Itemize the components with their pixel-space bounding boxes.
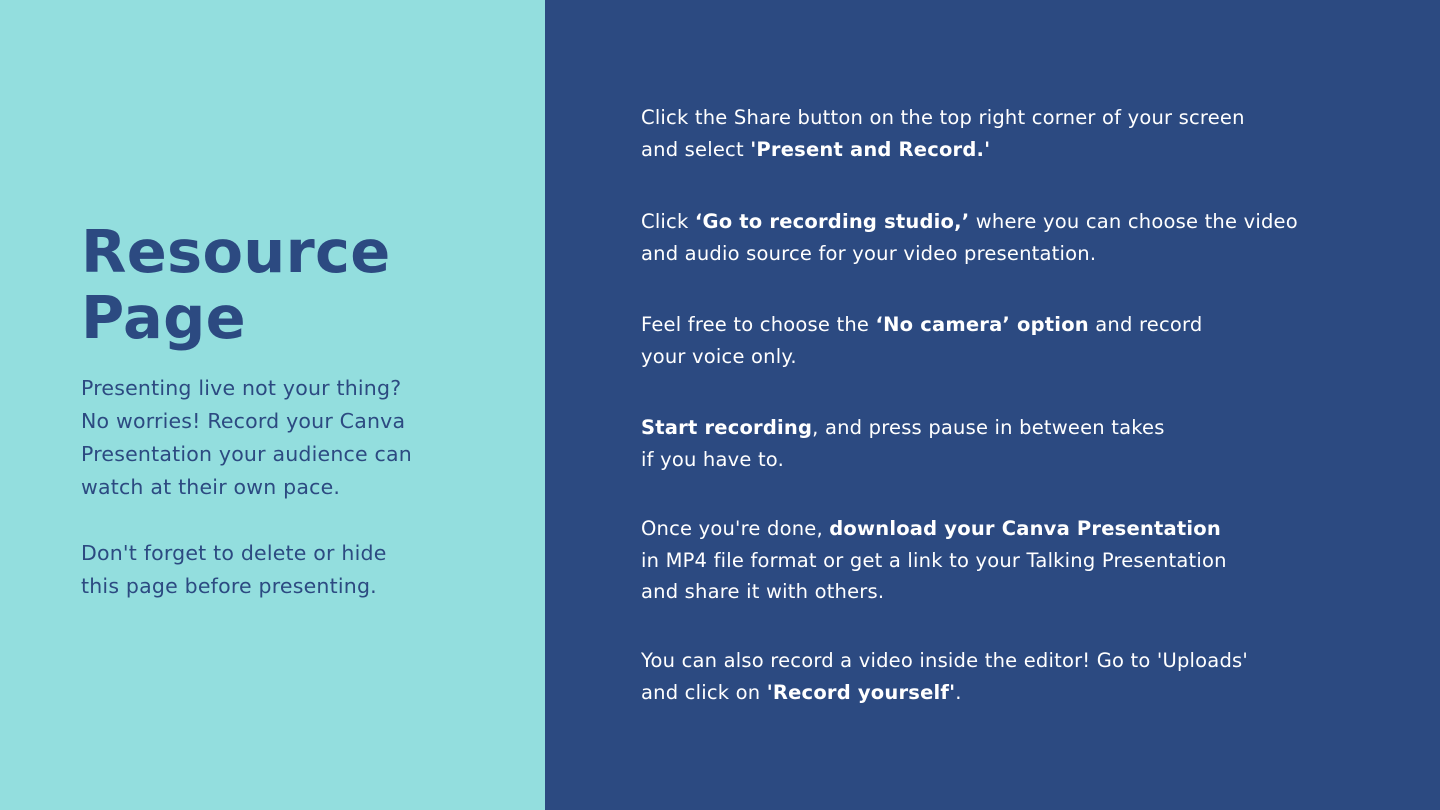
step-line: your voice only. [641, 344, 797, 368]
left-panel: Resource Page Presenting live not your t… [0, 0, 545, 810]
step-no-camera: Feel free to choose the ‘No camera’ opti… [641, 309, 1401, 372]
step-highlight: ‘No camera’ option [875, 313, 1089, 336]
step-share-button: Click the Share button on the top right … [641, 102, 1401, 165]
step-record-yourself: You can also record a video inside the e… [641, 645, 1401, 708]
step-line: and click on 'Record yourself'. [641, 677, 1401, 709]
intro-line: No worries! Record your Canva [81, 409, 406, 433]
step-line: if you have to. [641, 447, 784, 471]
page-title-line-1: Resource [81, 217, 391, 286]
step-highlight: ‘Go to recording studio,’ [694, 210, 970, 233]
step-recording-studio: Click ‘Go to recording studio,’ where yo… [641, 206, 1401, 269]
reminder-paragraph: Don't forget to delete or hide this page… [81, 537, 521, 603]
step-line: and audio source for your video presenta… [641, 241, 1097, 265]
step-download: Once you're done, download your Canva Pr… [641, 513, 1401, 608]
step-text: Click [641, 210, 695, 233]
step-line: Feel free to choose the ‘No camera’ opti… [641, 309, 1401, 341]
step-line: Click the Share button on the top right … [641, 106, 1245, 129]
step-text: . [955, 680, 962, 704]
step-line: and share it with others. [641, 580, 885, 603]
step-highlight: 'Record yourself' [766, 680, 956, 704]
step-text: and select [641, 137, 751, 161]
step-text: Feel free to choose the [641, 313, 876, 336]
step-highlight: 'Present and Record.' [750, 137, 991, 161]
intro-line: Presenting live not your thing? [81, 376, 402, 400]
step-highlight: Start recording [641, 416, 813, 439]
step-text: and record [1088, 313, 1203, 336]
reminder-line: this page before presenting. [81, 574, 377, 598]
intro-paragraph: Presenting live not your thing? No worri… [81, 372, 521, 504]
reminder-line: Don't forget to delete or hide [81, 541, 387, 565]
step-line: in MP4 file format or get a link to your… [641, 548, 1227, 572]
step-line: Click ‘Go to recording studio,’ where yo… [641, 206, 1401, 238]
intro-line: watch at their own pace. [81, 475, 341, 499]
step-text: Once you're done, [641, 517, 830, 540]
step-highlight: download your Canva Presentation [829, 517, 1221, 540]
step-text: where you can choose the video [969, 210, 1298, 233]
step-line: You can also record a video inside the e… [641, 649, 1248, 672]
step-start-recording: Start recording, and press pause in betw… [641, 412, 1401, 475]
step-line: Start recording, and press pause in betw… [641, 412, 1401, 444]
page-title: Resource Page [81, 219, 391, 351]
intro-line: Presentation your audience can [81, 442, 412, 466]
step-line: Once you're done, download your Canva Pr… [641, 513, 1401, 545]
step-line: and select 'Present and Record.' [641, 134, 1401, 166]
page-title-line-2: Page [81, 283, 246, 352]
step-text: , and press pause in between takes [812, 416, 1165, 439]
step-text: and click on [641, 680, 767, 704]
